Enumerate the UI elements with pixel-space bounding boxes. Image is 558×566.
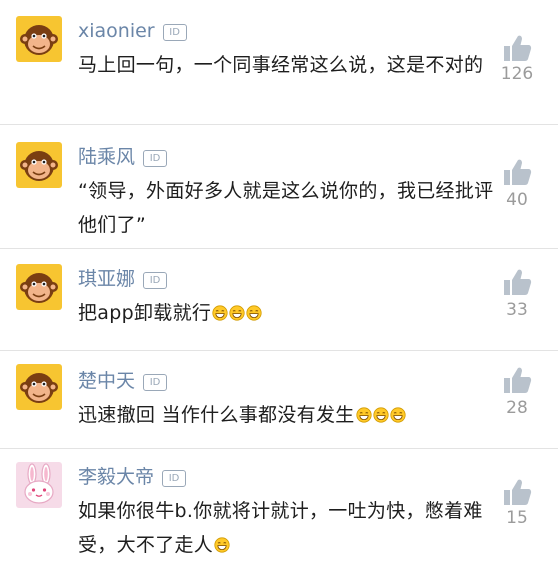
id-badge-icon: ID xyxy=(162,470,187,487)
id-badge-icon: ID xyxy=(143,150,168,167)
like-count: 126 xyxy=(500,64,534,84)
divider xyxy=(0,248,558,249)
username[interactable]: 李毅大帝 ID xyxy=(78,466,187,488)
thumbs-up-icon[interactable] xyxy=(502,366,532,394)
thumbs-up-icon[interactable] xyxy=(502,478,532,506)
grin-emoji-icon xyxy=(246,305,262,321)
monkey-avatar[interactable] xyxy=(16,364,62,410)
comment-text: “领导，外面好多人就是这么说你的，我已经批评他们了” xyxy=(78,180,494,236)
monkey-avatar[interactable] xyxy=(16,264,62,310)
rabbit-avatar[interactable] xyxy=(16,462,62,508)
username[interactable]: 琪亚娜 ID xyxy=(78,268,168,290)
comment-text-body: 如果你很牛b.你就将计就计，一吐为快，憋着难受，大不了走人 xyxy=(78,500,483,556)
thumbs-up-icon[interactable] xyxy=(502,158,532,186)
comment-text-body: 迅速撤回 当作什么事都没有发生 xyxy=(78,404,355,426)
like-count: 28 xyxy=(506,398,528,418)
monkey-avatar[interactable] xyxy=(16,16,62,62)
id-badge-icon: ID xyxy=(143,272,168,289)
divider xyxy=(0,124,558,125)
monkey-icon xyxy=(20,373,58,403)
monkey-icon xyxy=(20,25,58,55)
grin-emoji-icon xyxy=(372,407,389,423)
username-text[interactable]: 陆乘风 xyxy=(78,146,135,168)
username[interactable]: 楚中天 ID xyxy=(78,370,168,392)
monkey-avatar[interactable] xyxy=(16,142,62,188)
grin-emoji-icon xyxy=(389,407,406,423)
thumbs-up-icon[interactable] xyxy=(502,34,532,62)
rabbit-icon xyxy=(24,463,54,504)
grin-emoji-icon xyxy=(214,537,230,553)
divider xyxy=(0,448,558,449)
username-text[interactable]: 琪亚娜 xyxy=(78,268,135,290)
comment-text-body: 把app卸载就行 xyxy=(78,302,212,324)
divider xyxy=(0,350,558,351)
id-badge-icon: ID xyxy=(162,24,187,41)
comment-text: 马上回一句，一个同事经常这么说，这是不对的 xyxy=(78,54,484,76)
like-count: 15 xyxy=(506,508,528,528)
grin-emoji-icon xyxy=(212,305,228,321)
comment-text: 迅速撤回 当作什么事都没有发生 xyxy=(78,398,498,432)
username-text[interactable]: 李毅大帝 xyxy=(78,466,154,488)
id-badge-icon: ID xyxy=(143,374,168,391)
username[interactable]: xiaonier ID xyxy=(78,20,187,42)
username-text[interactable]: xiaonier xyxy=(78,20,155,42)
thumbs-up-icon[interactable] xyxy=(502,268,532,296)
like-count: 40 xyxy=(506,190,528,210)
like-count: 33 xyxy=(506,300,528,320)
comment-text: 把app卸载就行 xyxy=(78,296,498,330)
username[interactable]: 陆乘风 ID xyxy=(78,146,168,168)
grin-emoji-icon xyxy=(355,407,372,423)
comment-text: 如果你很牛b.你就将计就计，一吐为快，憋着难受，大不了走人 xyxy=(78,494,498,562)
monkey-icon xyxy=(20,273,58,303)
grin-emoji-icon xyxy=(229,305,245,321)
monkey-icon xyxy=(20,151,58,181)
username-text[interactable]: 楚中天 xyxy=(78,370,135,392)
